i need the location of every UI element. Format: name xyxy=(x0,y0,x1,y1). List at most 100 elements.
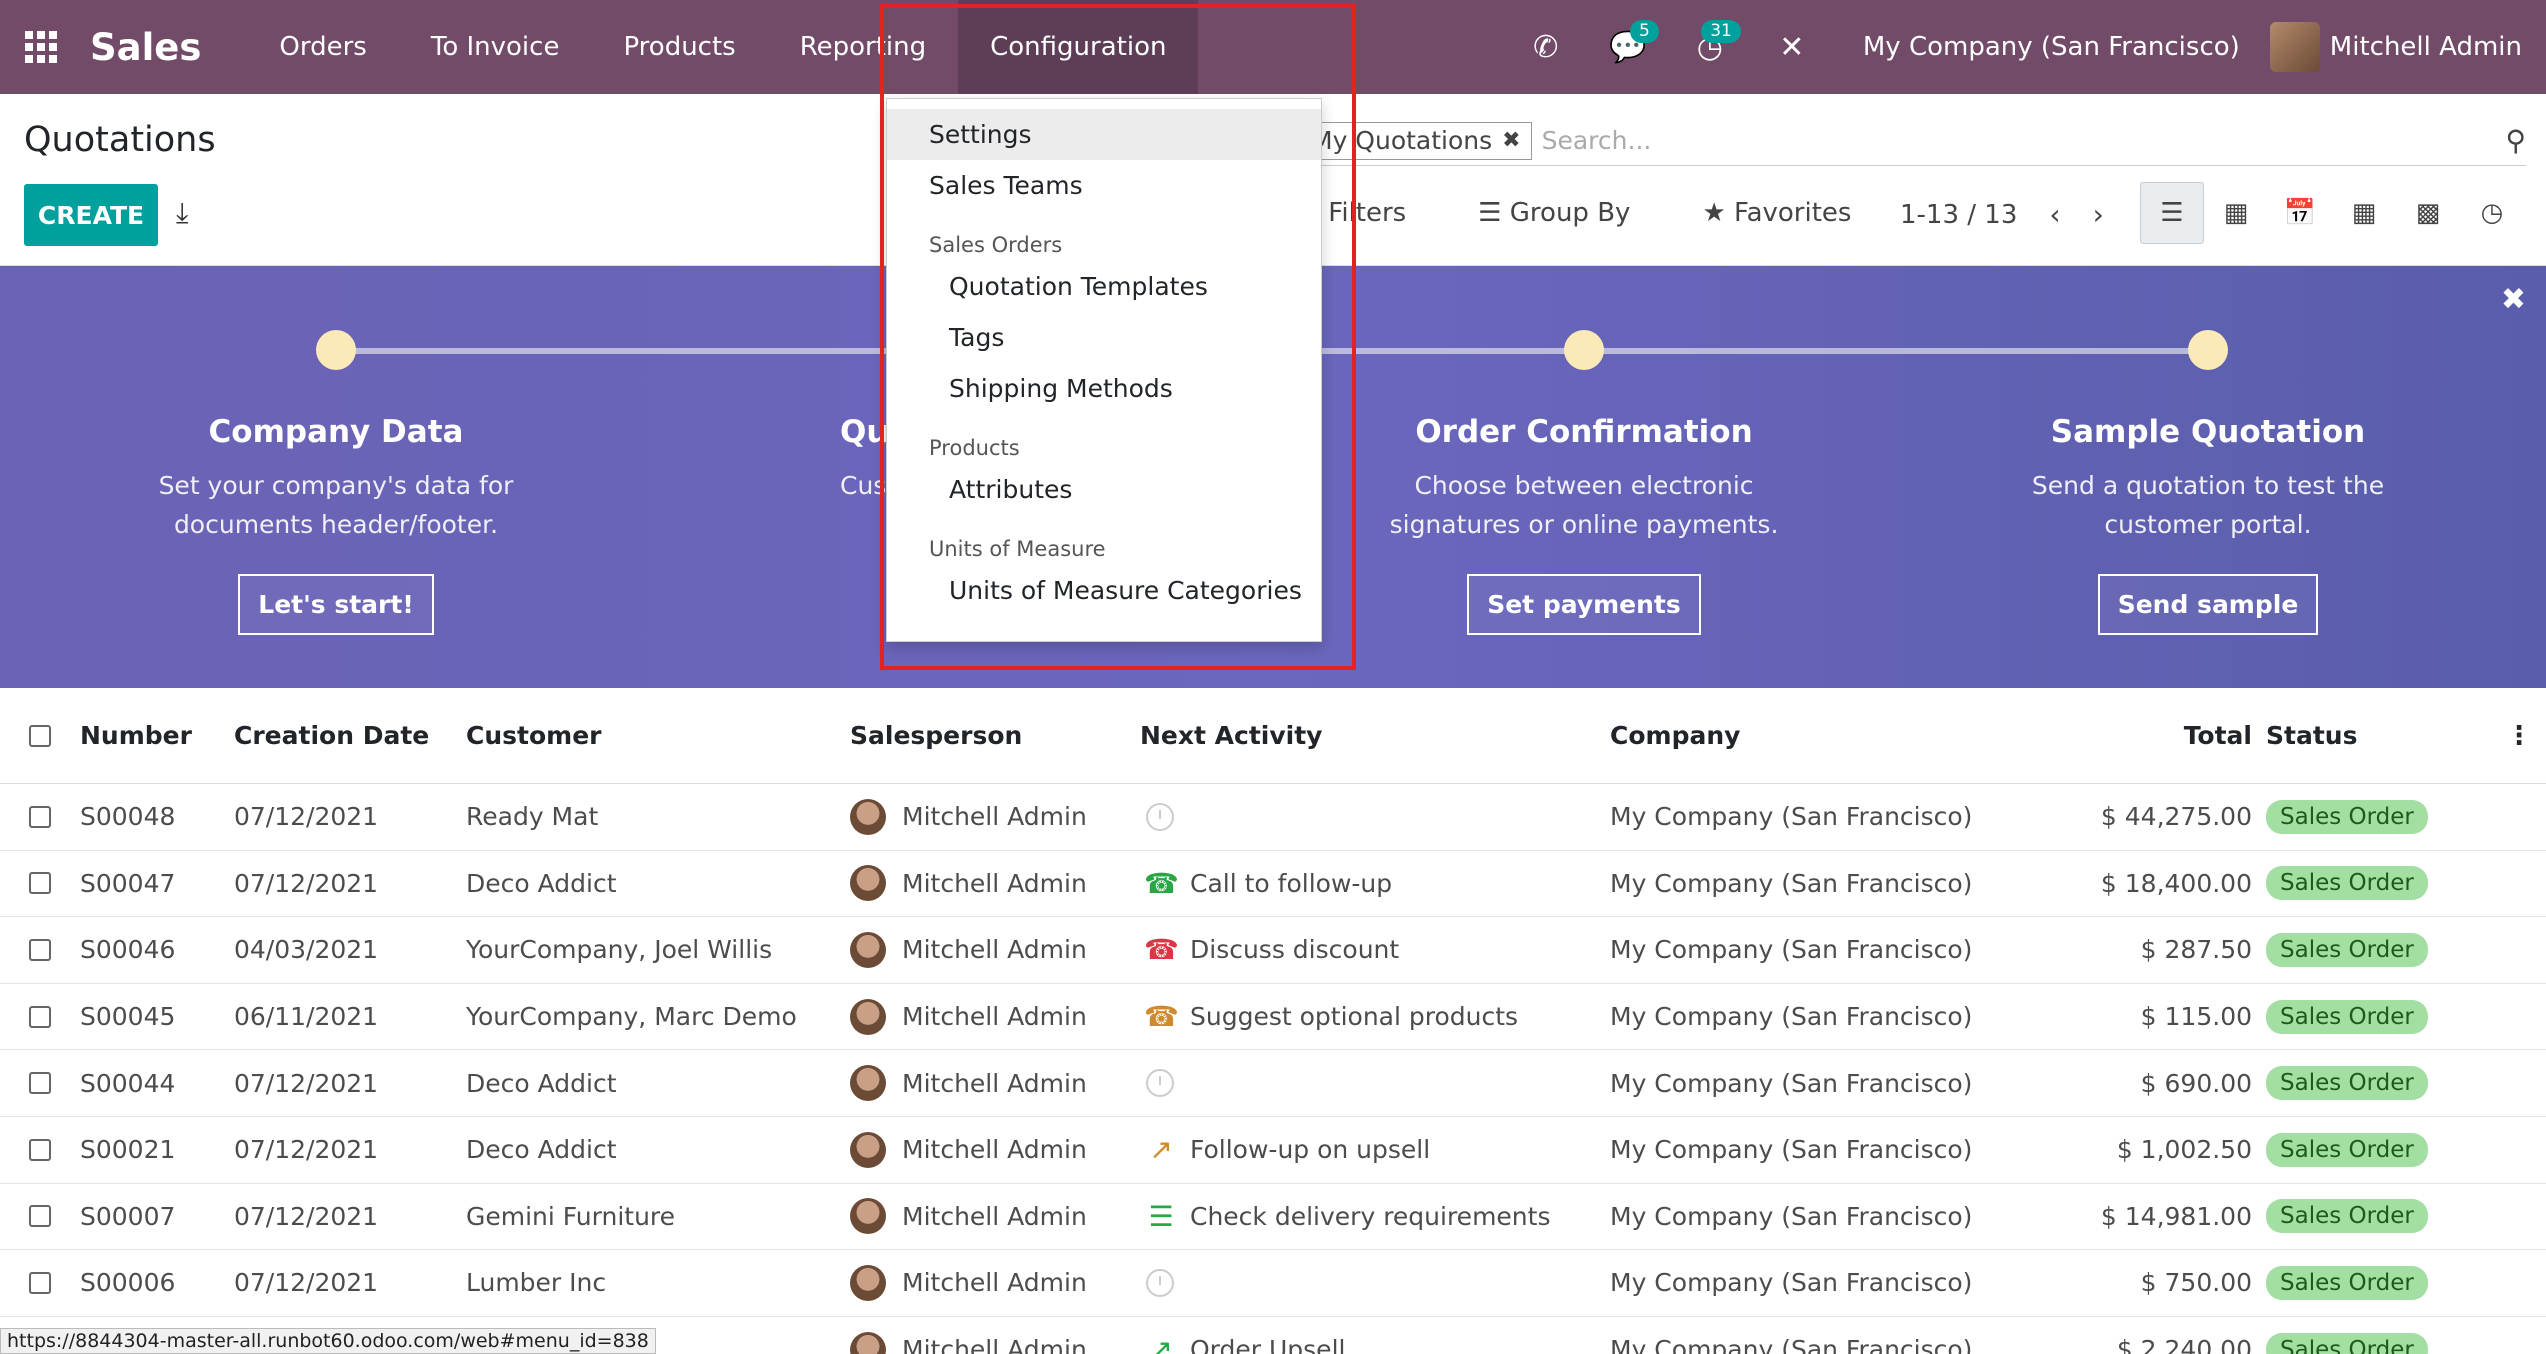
search-bar[interactable]: My Quotations ✖ Search... ⚲ xyxy=(1300,116,2526,166)
send-sample-button[interactable]: Send sample xyxy=(2097,574,2319,635)
salesperson-avatar xyxy=(850,998,886,1035)
nav-to-invoice[interactable]: To Invoice xyxy=(399,0,592,94)
cell-salesperson: Mitchell Admin xyxy=(850,931,1140,968)
status-badge: Sales Order xyxy=(2266,1066,2428,1101)
phone-icon[interactable]: ☎ xyxy=(1144,867,1179,900)
activity-summary[interactable]: Follow-up on upsell xyxy=(1190,1135,1430,1164)
chart-line-icon[interactable]: ↗ xyxy=(1144,1133,1178,1166)
select-all-checkbox[interactable] xyxy=(0,724,80,747)
header-company[interactable]: Company xyxy=(1610,721,2066,750)
salesperson-avatar xyxy=(850,1065,886,1102)
clock-icon[interactable] xyxy=(1146,1268,1174,1297)
graph-view-icon[interactable]: ▩ xyxy=(2396,182,2460,244)
facet-remove-icon[interactable]: ✖ xyxy=(1502,128,1520,153)
cell-total: $ 1,002.50 xyxy=(2116,1135,2252,1165)
header-next-activity[interactable]: Next Activity xyxy=(1140,721,1610,750)
activity-summary[interactable]: Call to follow-up xyxy=(1190,869,1392,898)
row-checkbox[interactable] xyxy=(0,1271,80,1294)
clock-icon[interactable] xyxy=(1146,802,1174,831)
activity-summary[interactable]: Check delivery requirements xyxy=(1190,1202,1550,1231)
pivot-view-icon[interactable]: ▦ xyxy=(2332,182,2396,244)
step-title: Order Confirmation xyxy=(1415,414,1753,450)
optional-columns-icon[interactable]: ⋮ xyxy=(2506,721,2546,751)
group-by-button[interactable]: ☰ Group By xyxy=(1478,198,1666,228)
row-checkbox[interactable] xyxy=(0,805,80,828)
row-checkbox[interactable] xyxy=(0,1005,80,1028)
cell-creation-date: 07/12/2021 xyxy=(234,1201,379,1231)
clock-icon[interactable] xyxy=(1146,1069,1174,1098)
table-row[interactable]: S00006 07/12/2021 Lumber Inc Mitchell Admin… xyxy=(0,1250,2546,1317)
header-salesperson[interactable]: Salesperson xyxy=(850,721,1140,750)
header-total[interactable]: Total xyxy=(2066,721,2266,750)
status-badge: Sales Order xyxy=(2266,799,2428,834)
step-dot xyxy=(316,330,356,370)
table-row[interactable]: S00021 07/12/2021 Deco Addict Mitchell Admi… xyxy=(0,1117,2546,1184)
user-menu[interactable]: Mitchell Admin xyxy=(2269,22,2546,72)
header-number[interactable]: Number xyxy=(80,721,234,750)
table-row[interactable]: S00046 04/03/2021 YourCompany, Joel Willis… xyxy=(0,917,2546,984)
pager-value[interactable]: 1-13 / 13 xyxy=(1900,200,2017,230)
create-button[interactable]: CREATE xyxy=(24,184,158,246)
activities-icon[interactable]: ◷ 31 xyxy=(1669,0,1751,94)
nav-orders[interactable]: Orders xyxy=(247,0,398,94)
activity-summary[interactable]: Suggest optional products xyxy=(1190,1002,1518,1031)
row-checkbox[interactable] xyxy=(0,872,80,895)
company-switcher[interactable]: My Company (San Francisco) xyxy=(1833,32,2270,62)
favorites-button[interactable]: ★ Favorites xyxy=(1702,198,1887,228)
activity-view-icon[interactable]: ◷ xyxy=(2460,182,2524,244)
app-brand[interactable]: Sales xyxy=(90,26,201,69)
header-status[interactable]: Status xyxy=(2266,721,2506,750)
nav-products[interactable]: Products xyxy=(591,0,767,94)
table-row[interactable]: S00048 07/12/2021 Ready Mat Mitchell Admin M… xyxy=(0,784,2546,851)
activity-summary[interactable]: Order Upsell xyxy=(1190,1335,1345,1354)
step-sample-quotation: Sample Quotation Send a quotation to tes… xyxy=(1958,330,2458,635)
header-creation-date[interactable]: Creation Date xyxy=(234,721,466,750)
step-description: Choose between electronic signatures or o… xyxy=(1389,471,1779,539)
step-title: Company Data xyxy=(208,414,464,450)
header-customer[interactable]: Customer xyxy=(466,721,850,750)
activity-summary[interactable]: Discuss discount xyxy=(1190,935,1399,964)
table-row[interactable]: S00044 07/12/2021 Deco Addict Mitchell Admi… xyxy=(0,1050,2546,1117)
salesperson-avatar xyxy=(850,931,886,968)
step-dot xyxy=(2188,330,2228,370)
status-bar-url: https://8844304-master-all.runbot60.odoo… xyxy=(0,1328,656,1354)
table-row[interactable]: S00007 07/12/2021 Gemini Furniture Mitchell… xyxy=(0,1184,2546,1251)
banner-close-icon[interactable]: ✖ xyxy=(2501,282,2526,317)
phone-icon[interactable]: ☎ xyxy=(1144,1000,1179,1033)
row-checkbox[interactable] xyxy=(0,938,80,961)
phone-icon[interactable]: ✆ xyxy=(1505,0,1587,94)
cell-number: S00047 xyxy=(80,868,176,898)
pager-next-icon[interactable]: › xyxy=(2093,198,2104,231)
cell-number: S00046 xyxy=(80,935,176,965)
cell-status: Sales Order xyxy=(2266,799,2506,834)
pager-prev-icon[interactable]: ‹ xyxy=(2049,198,2060,231)
cell-next-activity: ☰ Check delivery requirements xyxy=(1140,1200,1610,1233)
messages-icon[interactable]: 💬 5 xyxy=(1587,0,1669,94)
lets-start-button[interactable]: Let's start! xyxy=(238,574,434,635)
cell-company: My Company (San Francisco) xyxy=(1610,868,1973,898)
activities-badge: 31 xyxy=(1701,20,1741,43)
search-icon[interactable]: ⚲ xyxy=(2505,124,2526,157)
apps-menu-icon[interactable] xyxy=(0,0,82,94)
list-view-icon[interactable]: ☰ xyxy=(2140,182,2204,244)
row-checkbox[interactable] xyxy=(0,1138,80,1161)
calendar-view-icon[interactable]: 📅 xyxy=(2268,182,2332,244)
phone-icon[interactable]: ☎ xyxy=(1144,933,1179,966)
salesperson-avatar xyxy=(850,1331,886,1354)
row-checkbox[interactable] xyxy=(0,1072,80,1095)
download-icon[interactable]: ⤓ xyxy=(176,196,188,230)
kanban-view-icon[interactable]: ▦ xyxy=(2204,182,2268,244)
cell-customer: Deco Addict xyxy=(466,1068,617,1098)
cell-total: $ 14,981.00 xyxy=(2100,1201,2252,1231)
cell-salesperson: Mitchell Admin xyxy=(850,1331,1140,1354)
chart-line-icon[interactable]: ↗ xyxy=(1144,1333,1178,1354)
debug-tools-icon[interactable]: ✕ xyxy=(1751,0,1833,94)
salesperson-avatar xyxy=(850,1131,886,1168)
tasks-icon[interactable]: ☰ xyxy=(1144,1200,1178,1233)
search-input[interactable]: Search... xyxy=(1542,126,2506,155)
step-order-confirmation: Order Confirmation Choose between electr… xyxy=(1334,330,1834,635)
row-checkbox[interactable] xyxy=(0,1205,80,1228)
table-row[interactable]: S00045 06/11/2021 YourCompany, Marc Demo Mi… xyxy=(0,984,2546,1051)
table-row[interactable]: S00047 07/12/2021 Deco Addict Mitchell Admi… xyxy=(0,851,2546,918)
set-payments-button[interactable]: Set payments xyxy=(1467,574,1701,635)
